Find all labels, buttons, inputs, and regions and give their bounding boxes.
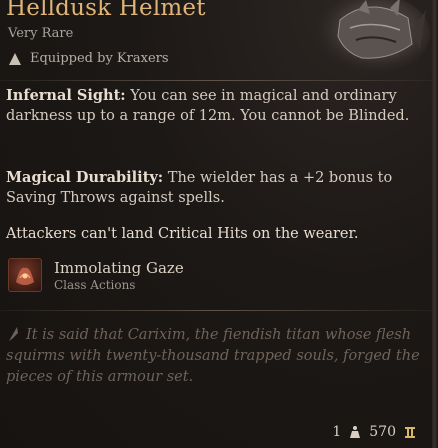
action-immolating-gaze[interactable]: Immolating Gaze Class Actions <box>8 256 428 296</box>
equipped-label: Equipped by Kraxers <box>30 51 169 66</box>
property-name: Magical Durability: <box>6 169 164 186</box>
item-footer: 1 570 <box>332 424 416 440</box>
flavor-text: It is said that Carixim, the fiendish ti… <box>6 325 431 388</box>
property-no-crits: Attackers can't land Critical Hits on th… <box>6 224 426 244</box>
item-title: Helldusk Helmet <box>6 0 206 21</box>
immolating-gaze-icon <box>8 258 42 292</box>
tooltip-edge <box>432 0 438 448</box>
item-rarity: Very Rare <box>8 26 74 41</box>
property-text: Attackers can't land Critical Hits on th… <box>6 226 359 242</box>
action-name: Immolating Gaze <box>54 259 184 277</box>
flavor-text-content: It is said that Carixim, the fiendish ti… <box>6 327 420 385</box>
action-type: Class Actions <box>54 278 136 292</box>
property-infernal-sight: Infernal Sight: You can see in magical a… <box>6 86 426 126</box>
divider <box>0 80 432 81</box>
triangle-person-icon <box>9 52 21 65</box>
gold-value: 570 <box>369 424 396 440</box>
divider <box>0 310 432 311</box>
equipped-status: Equipped by Kraxers <box>8 51 169 66</box>
helmet-art-icon <box>314 0 430 74</box>
item-tooltip: Helldusk Helmet Very Rare Equipped by Kr… <box>0 0 438 448</box>
property-name: Infernal Sight: <box>6 87 126 104</box>
property-magical-durability: Magical Durability: The wielder has a +2… <box>6 168 426 208</box>
weight-value: 1 <box>332 424 342 440</box>
gold-coin-icon <box>405 427 415 438</box>
weight-icon <box>350 426 361 438</box>
